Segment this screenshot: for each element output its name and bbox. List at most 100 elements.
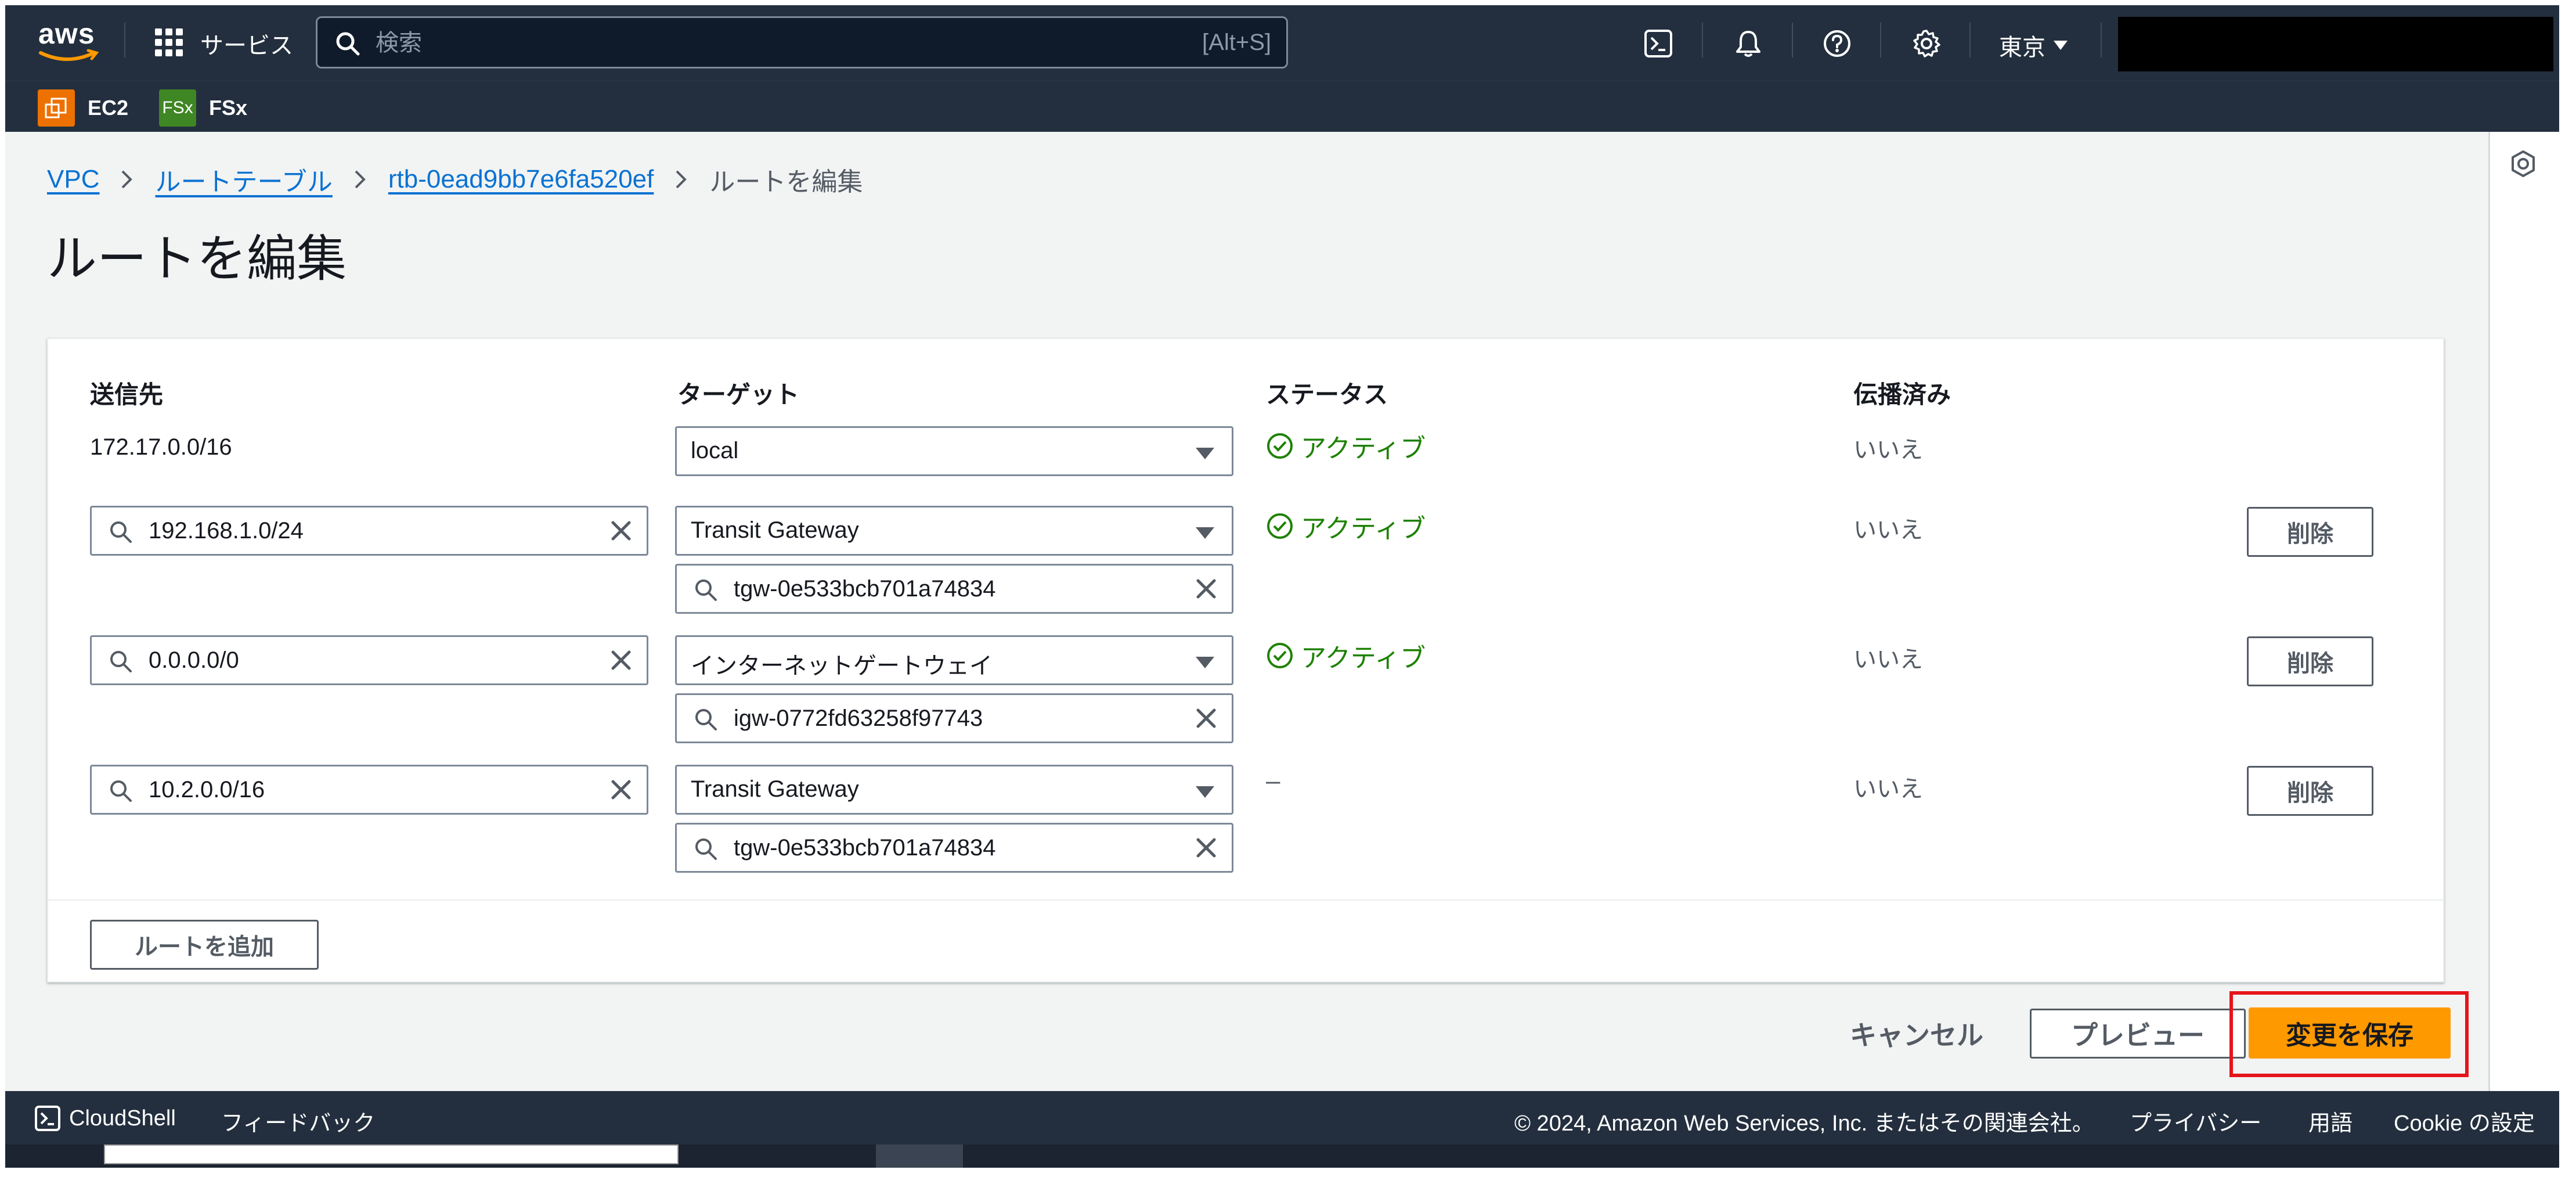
- route-status: アクティブ: [1266, 427, 1426, 465]
- target-id-field[interactable]: [734, 701, 1175, 736]
- delete-route-button[interactable]: 削除: [2247, 766, 2373, 816]
- favorite-ec2[interactable]: EC2: [38, 89, 128, 127]
- clear-icon[interactable]: [608, 518, 634, 543]
- column-header-destination: 送信先: [90, 381, 164, 408]
- target-type-select[interactable]: local: [675, 426, 1233, 476]
- clear-icon[interactable]: [608, 647, 634, 673]
- right-tools-rail: [2488, 132, 2559, 1091]
- route-propagated: いいえ: [1853, 776, 1923, 802]
- clear-icon[interactable]: [1193, 576, 1219, 602]
- destination-field[interactable]: [149, 513, 590, 548]
- favorite-label: EC2: [88, 96, 129, 120]
- target-type-select[interactable]: Transit Gateway: [675, 765, 1233, 815]
- gear-icon: [1913, 30, 1940, 57]
- cloudshell-button[interactable]: [1642, 27, 1675, 60]
- info-panel-icon[interactable]: [2509, 149, 2538, 178]
- breadcrumb-link-route-tables[interactable]: ルートテーブル: [155, 161, 332, 198]
- target-id-input[interactable]: [675, 693, 1233, 743]
- services-menu-button[interactable]: サービス: [155, 26, 293, 61]
- taskbar-window[interactable]: [104, 1144, 679, 1164]
- target-id-input[interactable]: [675, 564, 1233, 614]
- column-header-target: ターゲット: [677, 381, 800, 408]
- route-status: アクティブ: [1266, 637, 1426, 674]
- account-menu-redacted[interactable]: [2118, 17, 2553, 71]
- search-icon: [110, 780, 132, 802]
- column-header-status: ステータス: [1266, 381, 1388, 408]
- route-status-label: アクティブ: [1301, 434, 1426, 463]
- services-label: サービス: [200, 33, 293, 59]
- target-type-value: Transit Gateway: [691, 776, 859, 802]
- routes-editor-panel: 送信先 ターゲット ステータス 伝播済み 172.17.0.0/16 local…: [47, 338, 2444, 982]
- breadcrumb-current: ルートを編集: [709, 168, 863, 196]
- route-destination-static: 172.17.0.0/16: [90, 434, 232, 460]
- ec2-icon: [38, 89, 75, 127]
- destination-input[interactable]: [90, 765, 648, 815]
- route-propagated: いいえ: [1853, 517, 1923, 543]
- cloudshell-icon: [35, 1106, 60, 1131]
- favorite-label: FSx: [209, 96, 248, 120]
- target-type-select[interactable]: Transit Gateway: [675, 506, 1233, 556]
- nav-divider: [1702, 23, 1703, 57]
- search-icon: [695, 579, 717, 601]
- destination-input[interactable]: [90, 506, 648, 556]
- feedback-link[interactable]: フィードバック: [221, 1105, 375, 1137]
- delete-route-button[interactable]: 削除: [2247, 636, 2373, 686]
- help-button[interactable]: [1821, 27, 1853, 60]
- cloudshell-footer-button[interactable]: CloudShell: [34, 1105, 176, 1132]
- search-icon: [695, 838, 717, 860]
- settings-button[interactable]: [1910, 27, 1943, 60]
- caret-down-icon: [1196, 527, 1214, 539]
- preview-button[interactable]: プレビュー: [2030, 1009, 2246, 1059]
- caret-down-icon: [1196, 657, 1214, 668]
- target-type-value: Transit Gateway: [691, 517, 859, 543]
- help-icon: [1824, 30, 1850, 57]
- destination-input[interactable]: [90, 635, 648, 685]
- chevron-right-icon: [120, 169, 134, 190]
- delete-route-button[interactable]: 削除: [2247, 507, 2373, 557]
- route-status-label: アクティブ: [1301, 514, 1426, 543]
- terms-link[interactable]: 用語: [2308, 1105, 2353, 1137]
- destination-field[interactable]: [149, 772, 590, 807]
- global-search[interactable]: [Alt+S]: [316, 16, 1288, 69]
- privacy-link[interactable]: プライバシー: [2130, 1105, 2261, 1137]
- breadcrumb-link-vpc[interactable]: VPC: [47, 165, 99, 194]
- route-status: アクティブ: [1266, 507, 1426, 545]
- taskbar-tab[interactable]: [876, 1144, 963, 1168]
- nav-divider: [124, 23, 125, 57]
- favorites-bar: EC2 FSx FSx: [5, 81, 2559, 132]
- breadcrumb-link-route-table-id[interactable]: rtb-0ead9bb7e6fa520ef: [388, 165, 654, 194]
- search-shortcut-hint: [Alt+S]: [1202, 30, 1271, 55]
- notifications-button[interactable]: [1732, 27, 1765, 60]
- main-content: VPC ルートテーブル rtb-0ead9bb7e6fa520ef ルートを編集…: [5, 132, 2488, 1091]
- route-status-label: –: [1266, 766, 1280, 795]
- target-id-field[interactable]: [734, 571, 1175, 606]
- route-propagated: いいえ: [1853, 437, 1923, 463]
- nav-divider: [2101, 23, 2102, 57]
- clear-icon[interactable]: [608, 777, 634, 802]
- target-type-select[interactable]: インターネットゲートウェイ: [675, 635, 1233, 685]
- search-input[interactable]: [376, 23, 1130, 63]
- search-icon: [695, 709, 717, 730]
- caret-down-icon: [1196, 786, 1214, 798]
- region-selector[interactable]: 東京: [1999, 28, 2068, 62]
- cookie-settings-link[interactable]: Cookie の設定: [2394, 1105, 2535, 1137]
- target-id-field[interactable]: [734, 830, 1175, 865]
- target-type-value: local: [691, 438, 739, 463]
- clear-icon[interactable]: [1193, 706, 1219, 731]
- top-navigation: aws サービス [Alt+S]: [5, 5, 2559, 132]
- nav-primary-row: aws サービス [Alt+S]: [5, 5, 2559, 81]
- cancel-button[interactable]: キャンセル: [1850, 1014, 1983, 1053]
- favorite-fsx[interactable]: FSx FSx: [159, 89, 247, 127]
- aws-logo-text: aws: [38, 17, 95, 50]
- save-changes-button[interactable]: 変更を保存: [2249, 1007, 2451, 1059]
- add-route-button[interactable]: ルートを追加: [90, 920, 319, 970]
- aws-logo[interactable]: aws: [38, 19, 102, 66]
- destination-field[interactable]: [149, 643, 590, 678]
- panel-divider: [48, 899, 2443, 901]
- page-title: ルートを編集: [47, 231, 347, 287]
- fsx-icon: FSx: [159, 89, 196, 127]
- target-type-value: インターネットゲートウェイ: [691, 653, 993, 679]
- column-header-propagated: 伝播済み: [1853, 381, 1951, 408]
- target-id-input[interactable]: [675, 823, 1233, 873]
- clear-icon[interactable]: [1193, 835, 1219, 861]
